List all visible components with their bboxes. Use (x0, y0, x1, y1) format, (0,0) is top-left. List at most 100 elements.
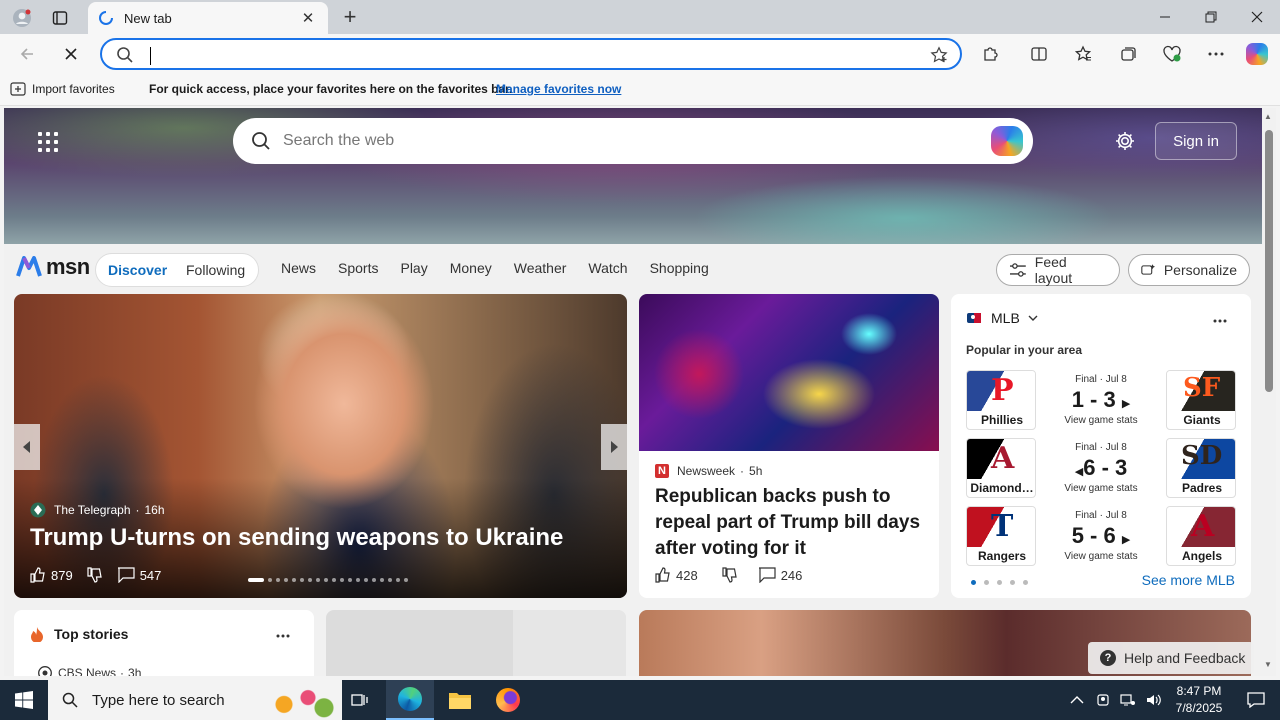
team-diamondbacks[interactable]: A Diamond… (966, 438, 1036, 498)
app-launcher-button[interactable] (34, 128, 62, 156)
gear-icon (1116, 132, 1134, 150)
page-settings-button[interactable] (1114, 130, 1136, 157)
view-game-stats-link[interactable]: View game stats (1044, 483, 1158, 494)
team-padres[interactable]: SD Padres (1166, 438, 1236, 498)
split-screen-button[interactable] (1024, 40, 1054, 68)
carousel-prev-button[interactable] (14, 424, 40, 470)
nav-shopping[interactable]: Shopping (650, 260, 709, 276)
score-value: 1 - 3 ▶ (1071, 387, 1131, 412)
import-favorites-button[interactable]: Import favorites (10, 82, 115, 96)
story-headline[interactable]: Trump U-turns on sending weapons to Ukra… (30, 524, 563, 552)
team-angels[interactable]: A Angels (1166, 506, 1236, 566)
view-game-stats-link[interactable]: View game stats (1044, 551, 1158, 562)
minimize-button[interactable] (1142, 0, 1188, 34)
nav-news[interactable]: News (281, 260, 316, 276)
favorites-button[interactable] (1068, 40, 1098, 68)
search-placeholder: Search the web (283, 132, 395, 149)
dislike-button[interactable] (722, 567, 738, 583)
taskbar-clock[interactable]: 8:47 PM 7/8/2025 (1168, 683, 1230, 717)
web-search-box[interactable]: Search the web (233, 118, 1033, 164)
like-button[interactable]: 879 (30, 567, 73, 583)
game-row[interactable]: A Diamond… Final · Jul 8 ◀6 - 3 View gam… (966, 438, 1236, 498)
collections-icon (1121, 47, 1136, 61)
sign-in-button[interactable]: Sign in (1155, 122, 1237, 160)
game-row[interactable]: T Rangers Final · Jul 8 5 - 6 ▶ View gam… (966, 506, 1236, 566)
featured-story-card[interactable]: The Telegraph · 16h Trump U-turns on sen… (14, 294, 627, 598)
scroll-thumb[interactable] (1265, 130, 1273, 392)
chevron-up-icon[interactable] (1070, 695, 1084, 705)
msn-logo[interactable]: msn (16, 254, 90, 280)
view-game-stats-link[interactable]: View game stats (1044, 415, 1158, 426)
nav-watch[interactable]: Watch (588, 260, 627, 276)
comments-button[interactable]: 547 (117, 567, 161, 583)
extensions-button[interactable] (976, 40, 1006, 68)
help-feedback-button[interactable]: ? Help and Feedback (1088, 642, 1254, 674)
dislike-button[interactable] (87, 567, 103, 583)
copilot-icon[interactable] (991, 126, 1023, 156)
stop-loading-button[interactable] (56, 40, 86, 68)
tab-new-tab[interactable]: New tab ✕ (88, 2, 328, 34)
search-icon (62, 692, 78, 708)
task-view-button[interactable] (336, 680, 384, 720)
game-row[interactable]: P Phillies Final · Jul 8 1 - 3 ▶ View ga… (966, 370, 1236, 430)
favorites-bar: Import favorites For quick access, place… (0, 74, 1280, 106)
tab-strip: New tab ✕ + (0, 0, 1280, 34)
game-score: Final · Jul 8 1 - 3 ▶ View game stats (1044, 370, 1158, 426)
tab-discover[interactable]: Discover (108, 262, 167, 278)
team-phillies[interactable]: P Phillies (966, 370, 1036, 430)
address-bar[interactable] (100, 38, 962, 70)
tab-following[interactable]: Following (186, 262, 245, 278)
close-window-button[interactable] (1234, 0, 1280, 34)
favorite-star-icon[interactable] (930, 46, 948, 64)
carousel-next-button[interactable] (601, 424, 627, 470)
notifications-button[interactable] (1232, 680, 1280, 720)
story-headline[interactable]: Republican backs push to repeal part of … (655, 484, 930, 562)
nav-sports[interactable]: Sports (338, 260, 378, 276)
system-tray (1070, 680, 1162, 720)
game-status: Final · Jul 8 (1075, 510, 1127, 521)
page-scrollbar[interactable]: ▲ ▼ (1262, 108, 1276, 676)
start-button[interactable] (0, 680, 48, 720)
back-button[interactable] (12, 40, 42, 68)
scroll-down-icon[interactable]: ▼ (1264, 660, 1272, 669)
profile-button[interactable] (6, 4, 38, 32)
feed-layout-button[interactable]: Feed layout (996, 254, 1120, 286)
manage-favorites-link[interactable]: Manage favorites now (496, 82, 621, 96)
like-count: 428 (676, 567, 698, 583)
help-icon: ? (1100, 650, 1116, 666)
nav-weather[interactable]: Weather (514, 260, 567, 276)
mlb-dropdown[interactable]: MLB (967, 310, 1038, 326)
card-more-button[interactable] (1213, 310, 1227, 326)
copilot-button[interactable] (1242, 40, 1272, 68)
taskbar-search[interactable]: Type here to search (48, 680, 342, 720)
tab-close-icon[interactable]: ✕ (298, 9, 318, 27)
team-giants[interactable]: SF Giants (1166, 370, 1236, 430)
collections-button[interactable] (1113, 40, 1143, 68)
edge-taskbar-button[interactable] (386, 680, 434, 720)
network-icon[interactable] (1120, 693, 1136, 707)
firefox-button[interactable] (484, 680, 532, 720)
msn-nav-row: msn Discover Following News Sports Play … (4, 244, 1262, 294)
comments-button[interactable]: 246 (758, 567, 802, 583)
people-icon[interactable] (1096, 693, 1110, 707)
browser-essentials-button[interactable] (1157, 40, 1187, 68)
file-explorer-button[interactable] (436, 680, 484, 720)
restore-button[interactable] (1188, 0, 1234, 34)
like-button[interactable]: 428 (655, 567, 698, 583)
new-tab-button[interactable]: + (336, 4, 364, 30)
scroll-up-icon[interactable]: ▲ (1264, 112, 1272, 121)
tab-actions-button[interactable] (44, 4, 76, 32)
msn-wordmark: msn (46, 254, 90, 279)
news-story-card[interactable]: N Newsweek · 5h Republican backs push to… (639, 294, 939, 598)
settings-more-button[interactable] (1201, 40, 1231, 68)
more-dots-icon (1208, 52, 1224, 56)
card-more-button[interactable] (276, 626, 290, 641)
personalize-button[interactable]: Personalize (1128, 254, 1250, 286)
split-screen-icon (1031, 47, 1047, 61)
nav-money[interactable]: Money (450, 260, 492, 276)
team-rangers[interactable]: T Rangers (966, 506, 1036, 566)
nav-play[interactable]: Play (400, 260, 427, 276)
close-icon (65, 48, 77, 60)
volume-icon[interactable] (1146, 693, 1162, 707)
see-more-mlb-link[interactable]: See more MLB (1142, 572, 1235, 588)
